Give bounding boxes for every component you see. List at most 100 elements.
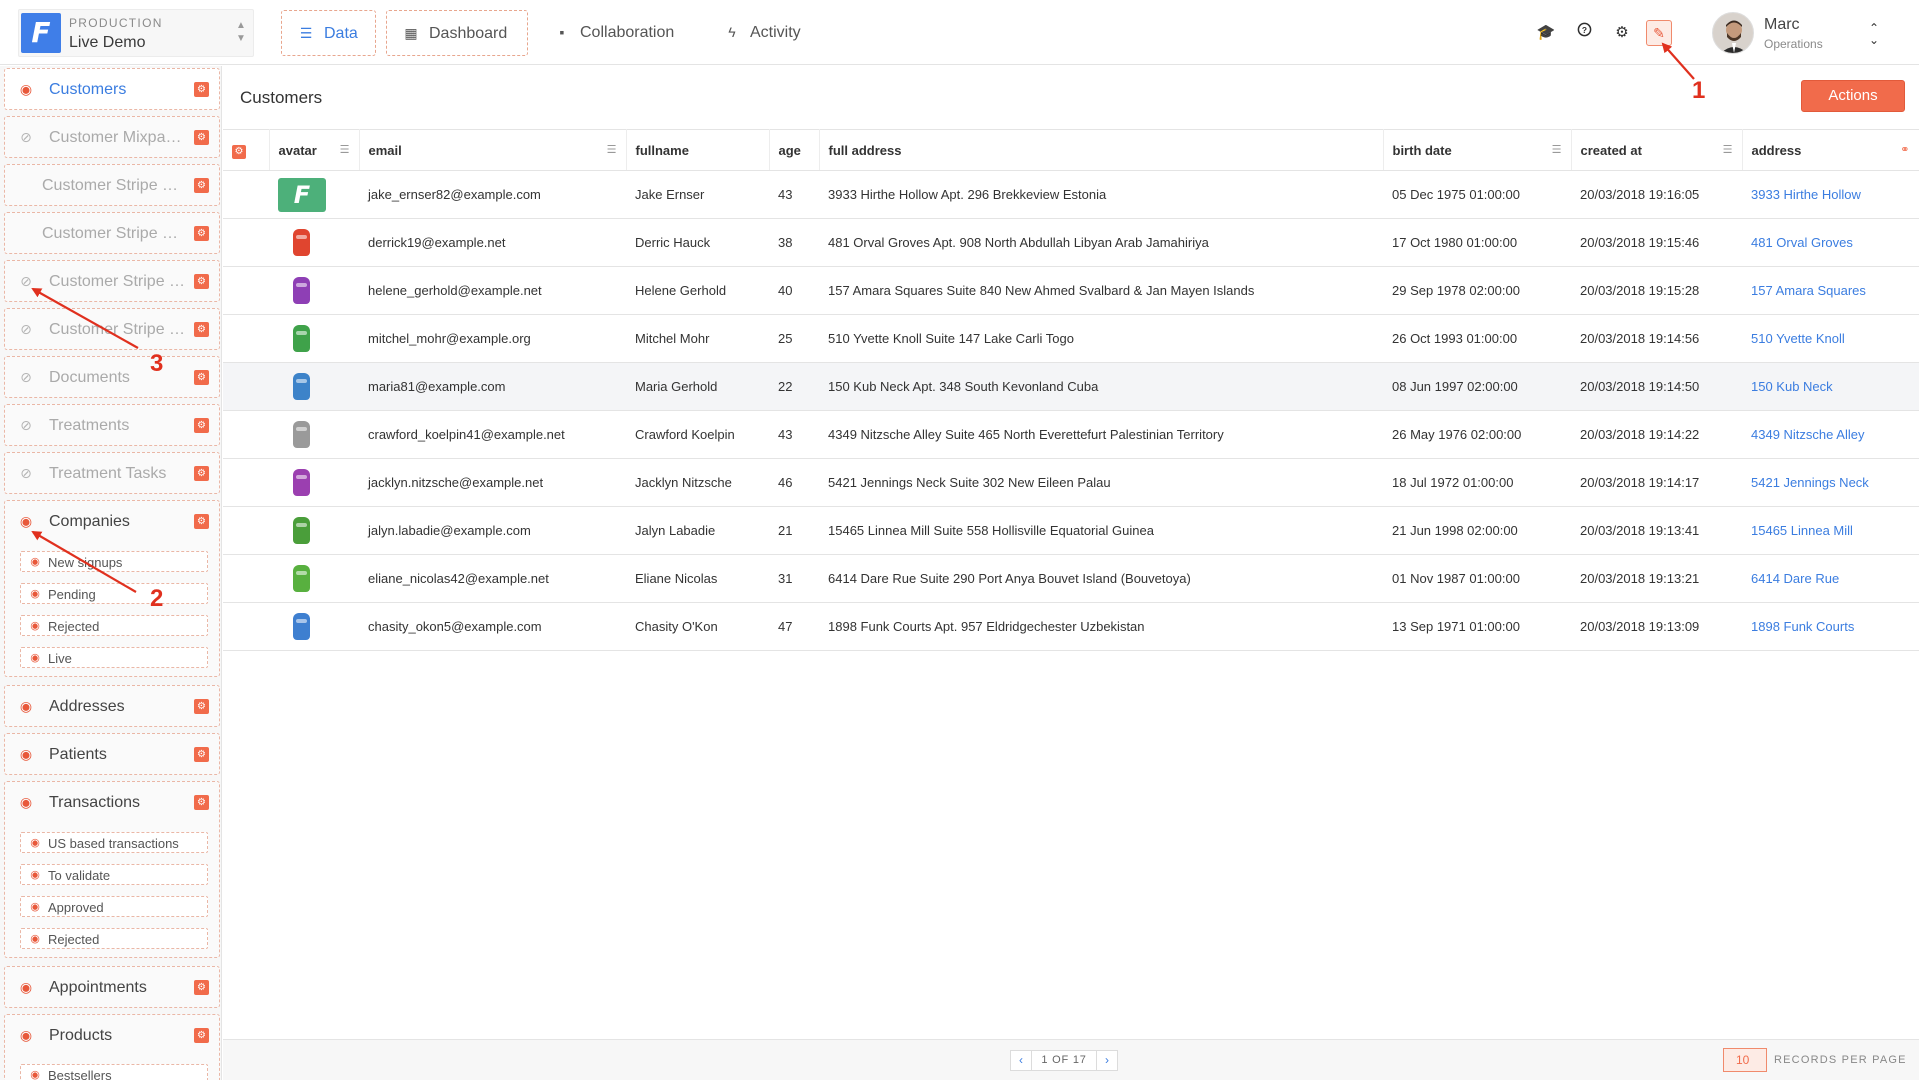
table-row[interactable]: Fjake_ernser82@example.com Jake Ernser 43 3… (223, 170, 1919, 219)
tab-activity[interactable]: ϟ Activity (708, 10, 828, 56)
gear-icon[interactable]: ⚙ (194, 699, 209, 714)
eye-icon[interactable]: ◉ (27, 932, 43, 946)
table-row[interactable]: maria81@example.com Maria Gerhold 22 150 Ku… (223, 362, 1919, 411)
edit-layout-button[interactable]: ✎ (1646, 20, 1672, 46)
segment-us-based-transactions[interactable]: ◉ US based transactions (20, 832, 208, 853)
cell-address[interactable]: 481 Orval Groves (1742, 218, 1919, 267)
environment-switcher[interactable]: F PRODUCTION Live Demo ▲ ▼ (18, 9, 254, 57)
select-all-checkbox[interactable]: ⚙ (223, 129, 270, 171)
sidebar-item-patients[interactable]: ◉ Patients ⚙ (4, 733, 220, 775)
cell-address[interactable]: 6414 Dare Rue (1742, 554, 1919, 603)
gear-icon[interactable]: ⚙ (194, 747, 209, 762)
cell-address[interactable]: 150 Kub Neck (1742, 362, 1919, 411)
eye-icon[interactable]: ◉ (15, 793, 37, 811)
row-checkbox-cell[interactable] (223, 362, 269, 411)
gear-icon[interactable]: ⚙ (194, 418, 209, 433)
filter-icon[interactable]: ☰ (1552, 143, 1562, 156)
graduation-cap-icon[interactable]: 🎓 (1535, 22, 1557, 44)
gear-icon[interactable]: ⚙ (194, 226, 209, 241)
column-header[interactable]: created at ☰ (1571, 129, 1743, 171)
cell-address[interactable]: 3933 Hirthe Hollow (1742, 170, 1919, 219)
row-checkbox-cell[interactable] (223, 314, 269, 363)
segment-new-signups[interactable]: ◉ New signups (20, 551, 208, 572)
eye-off-icon[interactable]: ⊘ (15, 416, 37, 434)
segment-live[interactable]: ◉ Live (20, 647, 208, 668)
eye-off-icon[interactable]: ⊘ (15, 128, 37, 146)
table-row[interactable]: crawford_koelpin41@example.net Crawford K… (223, 410, 1919, 459)
sidebar-item-customers[interactable]: ◉ Customers ⚙ (4, 68, 220, 110)
eye-icon[interactable]: ◉ (15, 745, 37, 763)
cell-address[interactable]: 4349 Nitzsche Alley (1742, 410, 1919, 459)
sidebar-item-appointments[interactable]: ◉ Appointments ⚙ (4, 966, 220, 1008)
eye-icon[interactable]: ◉ (15, 978, 37, 996)
eye-off-icon[interactable]: ⊘ (15, 272, 37, 290)
column-header[interactable]: email ☰ (359, 129, 627, 171)
tab-collaboration[interactable]: ▪ Collaboration (538, 10, 698, 56)
gear-icon[interactable]: ⚙ (194, 466, 209, 481)
eye-icon[interactable]: ◉ (15, 80, 37, 98)
table-row[interactable]: chasity_okon5@example.com Chasity O'Kon 47… (223, 602, 1919, 651)
table-row[interactable]: mitchel_mohr@example.org Mitchel Mohr 25 51… (223, 314, 1919, 363)
avatar[interactable] (1712, 12, 1754, 54)
column-header[interactable]: avatar ☰ (269, 129, 360, 171)
gear-icon[interactable]: ⚙ (194, 370, 209, 385)
gear-icon[interactable]: ⚙ (194, 1028, 209, 1043)
cell-address[interactable]: 15465 Linnea Mill (1742, 506, 1919, 555)
gear-icon[interactable]: ⚙ (194, 322, 209, 337)
eye-icon[interactable]: ◉ (27, 651, 43, 665)
eye-icon[interactable]: ◉ (15, 697, 37, 715)
gear-icon[interactable]: ⚙ (194, 514, 209, 529)
cell-address[interactable]: 5421 Jennings Neck (1742, 458, 1919, 507)
segment-pending[interactable]: ◉ Pending (20, 583, 208, 604)
link-icon[interactable]: ⚭ (1900, 143, 1909, 156)
segment-rejected-transactions[interactable]: ◉ Rejected (20, 928, 208, 949)
row-checkbox-cell[interactable] (223, 458, 269, 507)
table-row[interactable]: jacklyn.nitzsche@example.net Jacklyn Nitz… (223, 458, 1919, 507)
segment-to-validate[interactable]: ◉ To validate (20, 864, 208, 885)
sidebar-item-documents[interactable]: ⊘ Documents ⚙ (4, 356, 220, 398)
eye-icon[interactable]: ◉ (27, 587, 43, 601)
gear-icon[interactable]: ⚙ (194, 178, 209, 193)
eye-icon[interactable]: ◉ (15, 1026, 37, 1044)
tab-data[interactable]: ☰ Data (281, 10, 376, 56)
table-row[interactable]: derrick19@example.net Derric Hauck 38 481 O… (223, 218, 1919, 267)
cell-address[interactable]: 157 Amara Squares (1742, 266, 1919, 315)
gear-icon[interactable]: ⚙ (194, 130, 209, 145)
segment-approved[interactable]: ◉ Approved (20, 896, 208, 917)
gear-icon[interactable]: ⚙ (194, 82, 209, 97)
column-header[interactable]: birth date ☰ (1383, 129, 1572, 171)
chevron-updown-icon[interactable]: ⌃ ⌄ (1869, 22, 1879, 46)
chevron-right-icon[interactable]: › (1096, 1050, 1118, 1071)
gear-icon[interactable]: ⚙ (194, 274, 209, 289)
chevron-left-icon[interactable]: ‹ (1010, 1050, 1032, 1071)
sidebar-item-treatment-tasks[interactable]: ⊘ Treatment Tasks ⚙ (4, 452, 220, 494)
eye-icon[interactable]: ◉ (27, 555, 43, 569)
column-header[interactable]: fullname (626, 129, 770, 171)
eye-icon[interactable]: ◉ (27, 836, 43, 850)
row-checkbox-cell[interactable] (223, 602, 269, 651)
gear-icon[interactable]: ⚙ (1611, 22, 1633, 44)
eye-off-icon[interactable]: ⊘ (15, 320, 37, 338)
table-row[interactable]: eliane_nicolas42@example.net Eliane Nicol… (223, 554, 1919, 603)
actions-button[interactable]: Actions (1801, 80, 1905, 112)
filter-icon[interactable]: ☰ (340, 143, 350, 156)
row-checkbox-cell[interactable] (223, 266, 269, 315)
filter-icon[interactable]: ☰ (607, 143, 617, 156)
records-per-page-input[interactable]: 10 (1723, 1048, 1767, 1072)
row-checkbox-cell[interactable] (223, 554, 269, 603)
row-checkbox-cell[interactable] (223, 506, 269, 555)
row-checkbox-cell[interactable] (223, 170, 269, 219)
column-header[interactable]: address ⚭ (1742, 129, 1919, 171)
table-row[interactable]: helene_gerhold@example.net Helene Gerhold… (223, 266, 1919, 315)
sidebar-item-treatments[interactable]: ⊘ Treatments ⚙ (4, 404, 220, 446)
cell-address[interactable]: 510 Yvette Knoll (1742, 314, 1919, 363)
filter-icon[interactable]: ☰ (1723, 143, 1733, 156)
sidebar-item-customer-stripe-balance[interactable]: Customer Stripe Balance ⚙ (4, 164, 220, 206)
sidebar-item-customer-stripe-cards[interactable]: Customer Stripe Cards ⚙ (4, 212, 220, 254)
column-header[interactable]: age (769, 129, 820, 171)
sidebar-item-customer-stripe-subscriptions[interactable]: ⊘ Customer Stripe Subscriptions ⚙ (4, 308, 220, 350)
sidebar-item-customer-stripe-invoices[interactable]: ⊘ Customer Stripe Invoices ⚙ (4, 260, 220, 302)
eye-icon[interactable]: ◉ (27, 1068, 43, 1080)
table-row[interactable]: jalyn.labadie@example.com Jalyn Labadie 21… (223, 506, 1919, 555)
eye-off-icon[interactable]: ⊘ (15, 368, 37, 386)
